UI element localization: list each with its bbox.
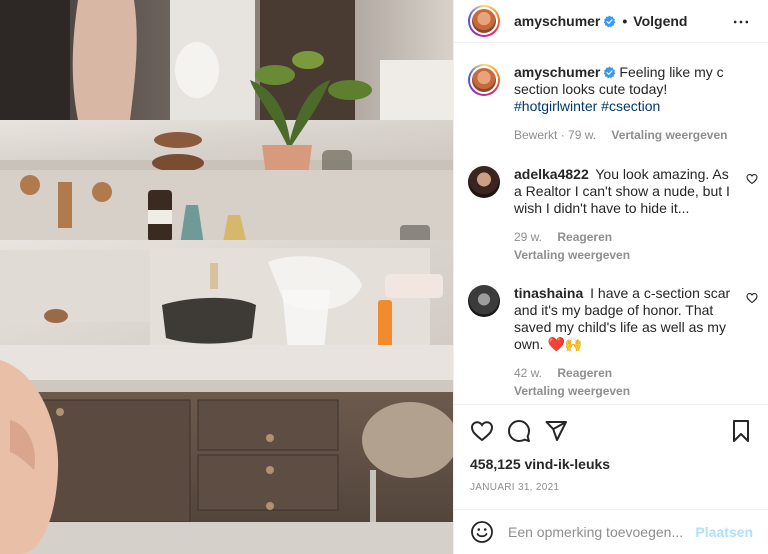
hashtag-link[interactable]: #hotgirlwinter — [514, 98, 597, 114]
comment-text-block: tinashaina I have a c-section scar and i… — [514, 285, 740, 353]
comment-username[interactable]: adelka4822 — [514, 166, 589, 182]
caption-username[interactable]: amyschumer — [514, 64, 600, 80]
verified-badge-icon — [604, 66, 616, 79]
author-username[interactable]: amyschumer — [514, 13, 600, 29]
post-photo[interactable] — [0, 0, 453, 554]
post-date: JANUARI 31, 2021 — [470, 482, 560, 493]
comment-input[interactable] — [508, 524, 708, 540]
author-avatar[interactable] — [468, 5, 500, 37]
following-button[interactable]: Volgend — [633, 13, 687, 29]
emoji-icon[interactable] — [470, 520, 494, 544]
commenter-avatar[interactable] — [468, 166, 500, 198]
translate-link[interactable]: Vertaling weergeven — [514, 384, 740, 398]
meta-separator: · — [560, 128, 565, 142]
comment-item: adelka4822 You look amazing. As a Realto… — [468, 166, 758, 262]
heart-icon[interactable] — [470, 419, 494, 443]
edited-label: Bewerkt — [514, 128, 558, 142]
comment-like-heart-icon[interactable] — [746, 173, 758, 185]
caption-meta: Bewerkt · 79 w. Vertaling weergeven — [514, 128, 754, 142]
bookmark-icon[interactable] — [729, 419, 753, 443]
comment-icon[interactable] — [507, 419, 531, 443]
comments-list[interactable]: amyschumer Feeling like my c section look… — [454, 44, 768, 404]
caption-text-block: amyschumer Feeling like my c section look… — [514, 64, 754, 115]
action-bar — [454, 404, 768, 460]
hashtag-link[interactable]: #csection — [601, 98, 660, 114]
comment-item: tinashaina I have a c-section scar and i… — [468, 285, 758, 398]
post-caption: amyschumer Feeling like my c section look… — [468, 64, 758, 142]
reply-button[interactable]: Reageren — [557, 230, 612, 244]
paper-plane-icon[interactable] — [544, 419, 568, 443]
translate-link[interactable]: Vertaling weergeven — [514, 248, 740, 262]
comment-age: 29 w. — [514, 230, 543, 244]
comment-username[interactable]: tinashaina — [514, 285, 583, 301]
comment-composer: Plaatsen — [454, 509, 768, 554]
commenter-avatar[interactable] — [468, 285, 500, 317]
translate-link[interactable]: Vertaling weergeven — [611, 128, 727, 142]
comment-like-heart-icon[interactable] — [746, 292, 758, 304]
reply-button[interactable]: Reageren — [557, 366, 612, 380]
more-options-icon[interactable] — [731, 12, 751, 32]
post-header: amyschumer • Volgend — [454, 0, 768, 43]
bathroom-photo-illustration — [0, 0, 453, 554]
caption-age: 79 w. — [568, 128, 597, 142]
post-side-panel: amyschumer • Volgend amyschumer Feeling l… — [453, 0, 768, 554]
comment-meta: 29 w. Reageren — [514, 230, 740, 244]
verified-badge-icon — [604, 15, 616, 27]
post-comment-button[interactable]: Plaatsen — [695, 524, 753, 540]
comment-age: 42 w. — [514, 366, 543, 380]
likes-count[interactable]: 458,125 vind-ik-leuks — [470, 456, 610, 472]
comment-text-block: adelka4822 You look amazing. As a Realto… — [514, 166, 740, 217]
comment-meta: 42 w. Reageren — [514, 366, 740, 380]
caption-author-avatar[interactable] — [468, 64, 500, 96]
header-separator: • — [622, 13, 628, 29]
